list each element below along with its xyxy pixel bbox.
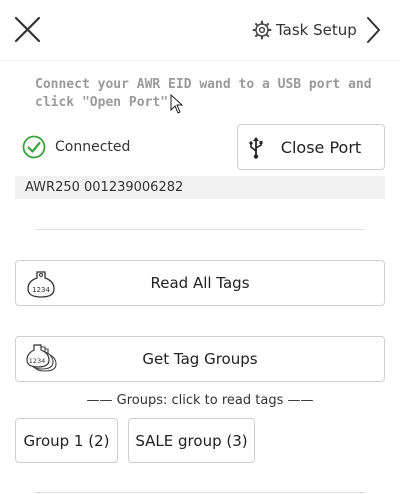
svg-text:1234: 1234: [29, 357, 46, 365]
mouse-cursor-icon: [170, 94, 184, 114]
svg-text:1234: 1234: [32, 286, 50, 294]
header-divider: [0, 60, 400, 61]
ear-tags-stack-icon: 1234: [26, 344, 57, 372]
close-icon: [14, 16, 41, 43]
instructions-text: Connect your AWR EID wand to a USB port …: [35, 77, 372, 110]
usb-icon: [249, 137, 263, 159]
group-button-sale-group[interactable]: SALE group (3): [128, 418, 255, 463]
close-button[interactable]: [12, 14, 44, 46]
ear-tag-icon: 1234: [27, 271, 55, 298]
get-tag-groups-button[interactable]: 1234 Get Tag Groups: [15, 336, 385, 382]
group-button-group-1[interactable]: Group 1 (2): [15, 418, 118, 463]
connection-status-label: Connected: [55, 139, 131, 155]
bottom-divider: [35, 492, 365, 493]
groups-header: —— Groups: click to read tags ——: [86, 393, 314, 408]
gear-icon: [252, 20, 272, 40]
check-circle-icon: [22, 135, 46, 159]
section-divider: [35, 229, 365, 230]
get-tag-groups-label: Get Tag Groups: [142, 350, 258, 368]
group-button-label: SALE group (3): [135, 431, 248, 450]
read-all-tags-label: Read All Tags: [150, 274, 250, 292]
connection-status: Connected: [22, 135, 130, 159]
task-setup-link[interactable]: Task Setup: [252, 16, 392, 44]
task-setup-label: Task Setup: [276, 21, 357, 39]
close-port-label: Close Port: [280, 137, 362, 157]
chevron-right-icon[interactable]: [364, 16, 382, 44]
device-info-text: AWR250 001239006282: [25, 180, 184, 195]
group-button-label: Group 1 (2): [23, 431, 110, 450]
close-port-button[interactable]: Close Port: [237, 124, 385, 170]
device-info: AWR250 001239006282: [15, 176, 385, 199]
read-all-tags-button[interactable]: 1234 Read All Tags: [15, 260, 385, 306]
